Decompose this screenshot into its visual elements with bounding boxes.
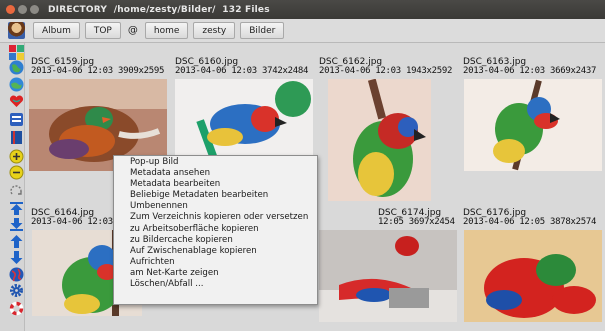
menu-item-delete[interactable]: Löschen/Abfall ... [114, 279, 317, 290]
world-icon[interactable] [9, 267, 24, 282]
toolbar: Album TOP @ home zesty Bilder [0, 19, 605, 43]
thumbnail-dsc-6162[interactable] [328, 79, 431, 201]
maximize-icon[interactable] [30, 5, 39, 14]
close-icon[interactable] [6, 5, 15, 14]
path-button-home[interactable]: home [144, 22, 189, 39]
image-browser-window: DIRECTORY /home/zesty/Bilder/ 132 Files … [0, 0, 605, 331]
arrow-down-icon[interactable] [9, 250, 24, 265]
menu-item-popup-image[interactable]: Pop-up Bild [114, 157, 317, 168]
globe-arrow-icon[interactable] [9, 77, 24, 92]
book-icon[interactable] [9, 130, 24, 145]
file-label: DSC_6160.jpg 2013-04-06 12:03 3742x2484 [175, 58, 315, 76]
file-meta: 2013-04-06 12:03 3742x2484 [175, 66, 309, 76]
window-title: DIRECTORY /home/zesty/Bilder/ 132 Files [48, 4, 270, 15]
sidebar [0, 43, 25, 331]
file-meta: 2013-04-06 12:05 3878x2574 [463, 217, 597, 227]
zoom-out-icon[interactable] [9, 165, 24, 180]
path-button-bilder[interactable]: Bilder [240, 22, 285, 39]
globe-icon[interactable] [9, 60, 24, 75]
skip-top-icon[interactable] [9, 201, 24, 216]
at-symbol: @ [127, 25, 138, 36]
minimize-icon[interactable] [18, 5, 27, 14]
gear-icon[interactable] [9, 283, 24, 298]
window-icon[interactable] [9, 112, 24, 127]
title-bar: DIRECTORY /home/zesty/Bilder/ 132 Files [0, 0, 605, 19]
file-label: DSC_6174.jpg 12:05 3697x2454 [378, 209, 468, 227]
file-meta: 12:05 3697x2454 [378, 217, 455, 227]
lifebuoy-icon[interactable] [9, 301, 24, 316]
menu-item-edit-metadata[interactable]: Metadata bearbeiten [114, 179, 317, 190]
collage-icon[interactable] [9, 45, 24, 60]
arrow-up-icon[interactable] [9, 234, 24, 249]
file-meta: 2013-04-06 12:03 3909x2595 [31, 66, 165, 76]
menu-item-copy-to-desktop[interactable]: zu Arbeitsoberfläche kopieren [114, 224, 317, 235]
file-meta: 2013-04-06 12:03 1943x2592 [319, 66, 453, 76]
app-logo-icon[interactable] [8, 22, 25, 39]
thumbnail-dsc-6163[interactable] [464, 79, 602, 171]
path-button-zesty[interactable]: zesty [193, 22, 236, 39]
context-menu: Pop-up Bild Metadata ansehen Metadata be… [113, 155, 318, 305]
skip-bottom-icon[interactable] [9, 217, 24, 232]
file-label: DSC_6162.jpg 2013-04-06 12:03 1943x2592 [319, 58, 459, 76]
menu-item-copy-move-to-directory[interactable]: Zum Verzeichnis kopieren oder versetzen [114, 212, 317, 223]
zoom-in-icon[interactable] [9, 149, 24, 164]
menu-item-edit-any-metadata[interactable]: Beliebige Metadaten bearbeiten [114, 190, 317, 201]
album-button[interactable]: Album [33, 22, 80, 39]
file-meta: 2013-04-06 12:03 3669x2437 [463, 66, 597, 76]
menu-item-copy-to-clipboard[interactable]: Auf Zwischenablage kopieren [114, 246, 317, 257]
rotate-icon[interactable] [9, 183, 24, 198]
file-label: DSC_6163.jpg 2013-04-06 12:03 3669x2437 [463, 58, 603, 76]
menu-item-rename[interactable]: Umbenennen [114, 201, 317, 212]
file-label: DSC_6176.jpg 2013-04-06 12:05 3878x2574 [463, 209, 603, 227]
menu-item-show-on-map[interactable]: am Net-Karte zeigen [114, 268, 317, 279]
top-button[interactable]: TOP [84, 22, 121, 39]
thumbnail-dsc-6174[interactable] [319, 230, 457, 322]
menu-item-copy-to-image-cache[interactable]: zu Bildercache kopieren [114, 235, 317, 246]
thumbnail-dsc-6176[interactable] [464, 230, 602, 322]
menu-item-view-metadata[interactable]: Metadata ansehen [114, 168, 317, 179]
menu-item-straighten[interactable]: Aufrichten [114, 257, 317, 268]
file-label: DSC_6159.jpg 2013-04-06 12:03 3909x2595 [31, 58, 171, 76]
heart-icon[interactable] [9, 94, 24, 109]
